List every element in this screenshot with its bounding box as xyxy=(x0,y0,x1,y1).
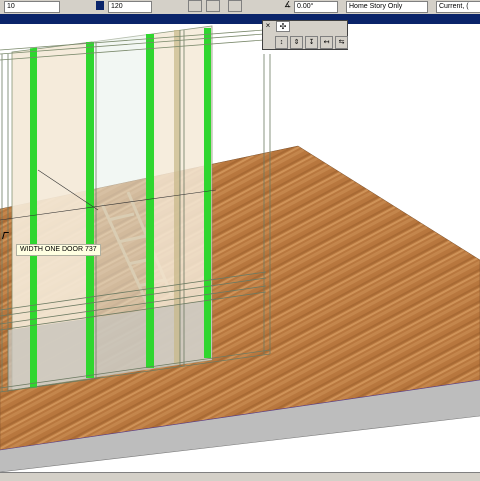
info-box-toolbar: 10 120 ∡ 0.00° Home Story Only Current, … xyxy=(0,0,480,15)
angle-field[interactable]: 0.00° xyxy=(294,1,338,13)
elevate-icon[interactable]: ⇕ xyxy=(290,36,303,49)
layer-dropdown[interactable]: Current, ( xyxy=(436,1,480,13)
story-dropdown[interactable]: Home Story Only xyxy=(346,1,428,13)
anchor-button[interactable] xyxy=(228,0,242,12)
palette-close-icon[interactable]: × xyxy=(264,22,272,30)
width-field[interactable]: 120 xyxy=(108,1,152,13)
window-titlebar xyxy=(0,14,480,24)
flip-button[interactable] xyxy=(206,0,220,12)
dimension-tooltip: WIDTH ONE DOOR 737 xyxy=(16,244,101,256)
offset-icon[interactable]: ↧ xyxy=(305,36,318,49)
angle-icon: ∡ xyxy=(284,0,292,9)
height-field[interactable]: 10 xyxy=(4,1,60,13)
drag-icon[interactable]: ⇆ xyxy=(335,36,348,49)
mirror-button[interactable] xyxy=(188,0,202,12)
palette-move-tab[interactable]: ✣ xyxy=(276,21,290,32)
stretch-vertical-icon[interactable]: ↕ xyxy=(275,36,288,49)
transform-palette: × ✣ ↕ ⇕ ↧ ↤ ⇆ xyxy=(262,20,348,50)
link-icon[interactable] xyxy=(96,1,104,10)
resize-icon[interactable]: ↤ xyxy=(320,36,333,49)
